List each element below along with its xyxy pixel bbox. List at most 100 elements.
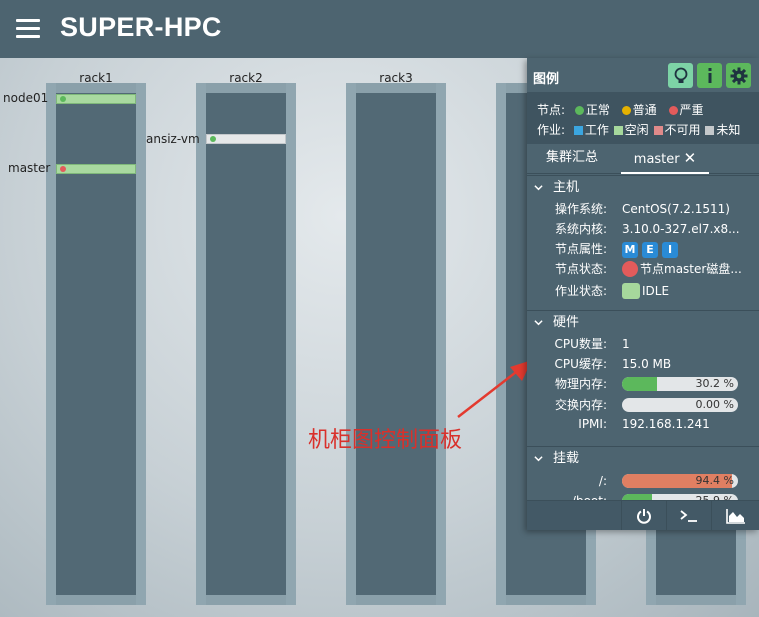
section-hardware-title: 硬件 — [553, 315, 580, 330]
kernel-label: 系统内核: — [554, 222, 607, 236]
status-warning-dot — [621, 106, 631, 115]
ipmi-value: 192.168.1.241 — [622, 417, 710, 431]
os-label: 操作系统: — [554, 202, 607, 216]
attr-badge-e: E — [642, 242, 658, 258]
cpu-cache-label: CPU缓存: — [554, 357, 607, 371]
row-os: 操作系统: CentOS(7.2.1511) — [527, 199, 759, 219]
legend-job-label: 作业: — [537, 123, 566, 137]
legend-warning: 普通 — [632, 103, 657, 117]
legend-unknown: 未知 — [716, 123, 741, 137]
row-mount-root: /: 94.4 % — [527, 471, 759, 491]
panel-tabs: 集群汇总 master ✕ — [527, 144, 759, 174]
swap-label: 交换内存: — [554, 398, 607, 412]
legend-working: 工作 — [584, 123, 609, 137]
node-master[interactable] — [56, 164, 136, 174]
node-label-ansiz-vm: ansiz-vm — [146, 132, 200, 146]
node-status-dot — [60, 166, 66, 172]
tab-master-label: master — [633, 152, 680, 167]
chevron-down-icon — [534, 185, 543, 191]
section-host[interactable]: 主机 — [527, 175, 759, 199]
row-ipmi: IPMI: 192.168.1.241 — [527, 414, 759, 434]
mount-root-label: /: — [598, 474, 607, 488]
section-mounts[interactable]: 挂载 — [527, 446, 759, 470]
lightbulb-button[interactable] — [668, 63, 693, 88]
critical-status-icon — [622, 261, 638, 277]
cpu-count-value: 1 — [622, 337, 630, 351]
app-title: SUPER-HPC — [60, 12, 222, 42]
status-normal-dot — [574, 106, 584, 115]
control-panel: 图例 节点: 正常 普通 严重 作业: 工作 空闲 不可用 未知 集群汇总 ma… — [527, 58, 759, 530]
node-label-node01: node01 — [3, 91, 49, 105]
row-kernel: 系统内核: 3.10.0-327.el7.x8... — [527, 219, 759, 239]
gear-icon — [730, 67, 747, 84]
mount-root-bar: 94.4 % — [622, 474, 738, 488]
job-unavailable-swatch — [653, 126, 663, 135]
row-cpu-count: CPU数量: 1 — [527, 334, 759, 354]
node-status-dot — [60, 96, 66, 102]
job-status-value: IDLE — [642, 284, 670, 298]
hamburger-menu-icon[interactable] — [16, 19, 40, 38]
tab-cluster-summary[interactable]: 集群汇总 — [527, 144, 617, 174]
node-ansiz-vm[interactable] — [206, 134, 286, 144]
memory-label: 物理内存: — [554, 377, 607, 391]
top-bar: SUPER-HPC — [0, 0, 759, 58]
rack-1[interactable] — [46, 83, 146, 605]
cpu-cache-value: 15.0 MB — [622, 357, 672, 371]
attr-badge-i: I — [662, 242, 678, 258]
settings-button[interactable] — [726, 63, 751, 88]
close-tab-icon[interactable]: ✕ — [684, 149, 697, 167]
memory-usage-bar: 30.2 % — [622, 377, 738, 391]
legend-idle: 空闲 — [624, 123, 649, 137]
rack-3[interactable] — [346, 83, 446, 605]
node-node01[interactable] — [56, 94, 136, 104]
row-memory: 物理内存: 30.2 % — [527, 374, 759, 394]
chart-button[interactable] — [711, 501, 759, 530]
attr-label: 节点属性: — [554, 242, 607, 256]
panel-title: 图例 — [533, 72, 560, 87]
row-attributes: 节点属性: MEI — [527, 239, 759, 259]
legend-job-row: 作业: 工作 空闲 不可用 未知 — [537, 120, 759, 140]
idle-status-icon — [622, 283, 640, 299]
area-chart-icon — [725, 509, 745, 524]
legend-unavailable: 不可用 — [664, 123, 701, 137]
os-value: CentOS(7.2.1511) — [622, 202, 730, 216]
terminal-icon — [680, 510, 697, 522]
legend-node-label: 节点: — [537, 103, 566, 117]
panel-header: 图例 — [527, 58, 759, 92]
node-label-master: master — [8, 161, 51, 175]
kernel-value: 3.10.0-327.el7.x8... — [622, 222, 740, 236]
row-node-status: 节点状态: 节点master磁盘... — [527, 259, 759, 279]
power-icon — [637, 509, 651, 524]
job-unknown-swatch — [705, 126, 715, 135]
node-status-value: 节点master磁盘... — [640, 262, 742, 276]
annotation-arrow-icon — [457, 360, 532, 418]
terminal-button[interactable] — [666, 501, 711, 530]
legend-critical: 严重 — [679, 103, 704, 117]
info-button[interactable] — [697, 63, 722, 88]
section-hardware[interactable]: 硬件 — [527, 310, 759, 334]
lightbulb-icon — [674, 67, 687, 83]
memory-usage-fill — [622, 377, 658, 391]
tab-master[interactable]: master ✕ — [621, 144, 709, 174]
rack-2[interactable] — [196, 83, 296, 605]
legend-node-row: 节点: 正常 普通 严重 — [537, 100, 759, 120]
chevron-down-icon — [534, 456, 543, 462]
status-critical-dot — [668, 106, 678, 115]
swap-usage-bar: 0.00 % — [622, 398, 738, 412]
legend-normal: 正常 — [585, 103, 610, 117]
chevron-down-icon — [534, 320, 543, 326]
memory-usage-text: 30.2 % — [695, 377, 734, 390]
mount-root-text: 94.4 % — [695, 474, 734, 487]
section-host-title: 主机 — [553, 180, 580, 195]
attr-badge-m: M — [622, 242, 638, 258]
info-icon — [708, 67, 711, 83]
power-button[interactable] — [621, 501, 666, 530]
row-swap: 交换内存: 0.00 % — [527, 395, 759, 415]
row-job-status: 作业状态: IDLE — [527, 281, 759, 301]
job-status-label: 作业状态: — [554, 284, 607, 298]
ipmi-label: IPMI: — [578, 417, 607, 431]
row-cpu-cache: CPU缓存: 15.0 MB — [527, 354, 759, 374]
annotation-text: 机柜图控制面板 — [308, 428, 463, 453]
panel-footer — [527, 500, 759, 530]
job-idle-swatch — [613, 126, 623, 135]
